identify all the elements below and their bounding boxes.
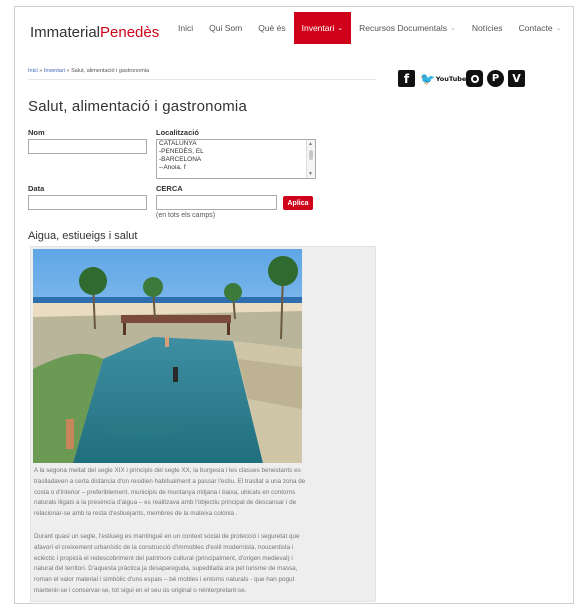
listbox-scrollbar[interactable]: ▲ ▼: [306, 140, 315, 178]
logo-text-part1: Immaterial: [30, 24, 101, 41]
paragraph-line: traslladaven a certa distància d'on resi…: [34, 477, 306, 485]
social-links: f 🐦 YouTube P V: [398, 70, 525, 87]
nav-label: Qui Som: [209, 23, 243, 33]
chevron-down-icon: ⌄: [555, 25, 562, 32]
divider: [28, 79, 376, 80]
article-photo[interactable]: [33, 249, 302, 463]
nav-item-contacte[interactable]: Contacte ⌄: [511, 12, 570, 44]
paragraph-line: mantenir-se i conservar-se, tot sigui en…: [34, 586, 247, 594]
cerca-label: CERCA: [156, 184, 183, 193]
nav-label: Contacte: [518, 23, 553, 33]
paragraph-line: natural del territori. D'aquesta pràctic…: [34, 565, 298, 573]
localitzacio-label: Localització: [156, 128, 199, 137]
apply-button[interactable]: Aplica: [283, 196, 313, 210]
nav-label: Inici: [178, 23, 194, 33]
search-hint: (en tots els camps): [156, 212, 216, 219]
youtube-icon[interactable]: YouTube: [436, 70, 467, 87]
nav-item-que-es[interactable]: Què és: [250, 12, 293, 44]
scroll-up-icon[interactable]: ▲: [308, 141, 313, 147]
breadcrumb-section-link[interactable]: Inventari: [44, 68, 65, 74]
paragraph-line: Durant quasi un segle, l'estiueig es man…: [34, 533, 300, 540]
logo-text-part2: Penedès: [100, 24, 160, 41]
nom-input[interactable]: [28, 139, 147, 154]
breadcrumb-current: Salut, alimentació i gastronomia: [71, 68, 150, 74]
instagram-icon[interactable]: [466, 70, 483, 87]
breadcrumb: Inici » Inventari » Salut, alimentació i…: [28, 68, 149, 74]
article-paragraph-2: Durant quasi un segle, l'estiueig es man…: [34, 532, 374, 597]
article-paragraph-1: A la segona meitat del segle XIX i princ…: [34, 466, 374, 520]
nav-item-recursos-documentals[interactable]: Recursos Documentals ⌄: [351, 12, 464, 44]
localitzacio-listbox[interactable]: CATALUNYA -PENEDÈS, EL -BARCELONA --Anoi…: [156, 139, 316, 179]
facebook-icon[interactable]: f: [398, 70, 415, 87]
scroll-down-icon[interactable]: ▼: [308, 171, 313, 177]
cerca-input[interactable]: [156, 195, 277, 210]
nav-item-noticies[interactable]: Notícies: [464, 12, 511, 44]
nav-label: Recursos Documentals: [359, 23, 447, 33]
listbox-option[interactable]: -PENEDÈS, EL: [157, 148, 315, 156]
main-nav: Inici Qui Som Què és Inventari ⌄ Recursos…: [170, 12, 569, 44]
data-input[interactable]: [28, 195, 147, 210]
paragraph-line: afavorí el creixement urbanístic de la c…: [34, 543, 294, 551]
paragraph-line: naturals lligats a la presència d'aigua …: [34, 499, 297, 507]
nav-label: Notícies: [471, 23, 503, 33]
listbox-option[interactable]: CATALUNYA: [157, 140, 315, 148]
article-card: A la segona meitat del segle XIX i princ…: [30, 246, 376, 602]
chevron-down-icon: ⌄: [337, 25, 344, 32]
paragraph-line: eclèctic i propicià el redescobriment de…: [34, 554, 293, 562]
chevron-down-icon: ⌄: [449, 25, 456, 32]
paragraph-line: roman el valor material i simbòlic d'uns…: [34, 576, 295, 584]
paragraph-line: relacionar-se amb la resta d'estiuejants…: [34, 510, 238, 518]
paragraph-line: A la segona meitat del segle XIX i princ…: [34, 467, 301, 474]
nav-item-inventari[interactable]: Inventari ⌄: [293, 12, 352, 44]
article-title[interactable]: Aigua, estiueigs i salut: [28, 230, 137, 242]
twitter-icon[interactable]: 🐦: [419, 70, 436, 87]
page-title: Salut, alimentació i gastronomia: [28, 98, 248, 115]
pinterest-icon[interactable]: P: [487, 70, 504, 87]
vimeo-icon[interactable]: V: [508, 70, 525, 87]
nav-label: Què és: [258, 23, 286, 33]
paragraph-line: costa o d'interior – preferiblement, mun…: [34, 488, 296, 496]
breadcrumb-home-link[interactable]: Inici: [28, 68, 38, 74]
nom-label: Nom: [28, 128, 45, 137]
nav-item-inici[interactable]: Inici: [170, 12, 201, 44]
scrollbar-thumb[interactable]: [309, 150, 313, 160]
site-logo[interactable]: ImmaterialPenedès: [30, 24, 159, 41]
nav-item-qui-som[interactable]: Qui Som: [201, 12, 250, 44]
listbox-option[interactable]: -BARCELONA: [157, 156, 315, 164]
listbox-option[interactable]: --Anoia, l': [157, 164, 315, 172]
nav-label: Inventari: [301, 23, 335, 33]
data-label: Data: [28, 184, 45, 193]
